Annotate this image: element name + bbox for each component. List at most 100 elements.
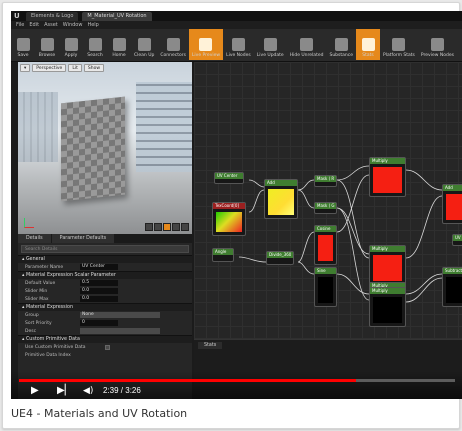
graph-node-add[interactable]: Add	[264, 179, 298, 219]
slider-min-field[interactable]: 0.0	[80, 288, 118, 294]
toolbar-button-label: Live Preview	[191, 53, 221, 58]
toolbar-search-button[interactable]: Search	[83, 29, 107, 60]
progress-bar[interactable]	[19, 379, 455, 382]
sphere-icon[interactable]	[154, 223, 162, 231]
editor-tab-active[interactable]: M_Material_UV Rotation	[82, 11, 152, 21]
teapot-icon[interactable]	[181, 223, 189, 231]
desc-field[interactable]	[80, 328, 160, 334]
graph-node-angle[interactable]: Angle	[212, 248, 234, 262]
play-icon[interactable]: ▶	[31, 385, 39, 397]
preview-mesh-buttons	[144, 223, 189, 231]
toolbar-button-label: Live Update	[256, 53, 284, 58]
preview-plane	[61, 96, 125, 202]
menu-file[interactable]: File	[16, 22, 24, 28]
toolbar-browse-icon	[40, 38, 54, 51]
toolbar-apply-button[interactable]: Apply	[59, 29, 83, 60]
group-label: Group	[25, 312, 39, 318]
axis-gizmo-icon	[24, 218, 34, 228]
material-graph[interactable]: UV Center TexCoord[0] Add Angle Divide_360 Ma…	[194, 62, 462, 339]
perspective-button[interactable]: Perspective	[32, 64, 67, 72]
toolbar-live-preview-button[interactable]: Live Preview	[188, 29, 224, 60]
toolbar-home-button[interactable]: Home	[107, 29, 131, 60]
toolbar-button-label: Hide Unrelated	[289, 53, 324, 58]
graph-node-texcoord-0[interactable]: TexCoord[0]	[212, 202, 246, 236]
toolbar-connectors-button[interactable]: Connectors	[157, 29, 189, 60]
menu-asset[interactable]: Asset	[44, 22, 58, 28]
toolbar-substance-button[interactable]: Substance	[326, 29, 356, 60]
cube-icon[interactable]	[172, 223, 180, 231]
toolbar-stats-button[interactable]: Stats	[356, 29, 380, 60]
parameter-name-field[interactable]: UV Center	[80, 264, 118, 270]
parameter-name-row: Parameter Name UV Center	[18, 263, 192, 271]
toolbar-clean-up-button[interactable]: Clean Up	[131, 29, 157, 60]
graph-node-mask-r[interactable]: Mask ( R )	[314, 175, 337, 187]
tab-details[interactable]: Details	[18, 234, 51, 243]
graph-node-preview	[318, 235, 333, 261]
toolbar-hide-unrelated-button[interactable]: Hide Unrelated	[287, 29, 327, 60]
graph-node-cosine[interactable]: Cosine	[314, 225, 337, 265]
graph-node-multiply[interactable]: Multiply	[369, 287, 406, 327]
use-custom-primitive-row: Use Custom Primitive Data	[18, 343, 192, 351]
graph-node-mask-g[interactable]: Mask ( G )	[314, 202, 337, 214]
toolbar-clean-up-icon	[137, 38, 151, 51]
toolbar-button-label: Browse	[38, 53, 56, 58]
toolbar-platform-stats-button[interactable]: Platform Stats	[380, 29, 418, 60]
graph-node-multiply[interactable]: Multiply	[369, 157, 406, 197]
lit-button[interactable]: Lit	[68, 64, 82, 72]
toolbar-save-button[interactable]: Save	[11, 29, 35, 60]
toolbar-browse-button[interactable]: Browse	[35, 29, 59, 60]
section-material-expression[interactable]: ▴ Material Expression	[18, 303, 192, 311]
toolbar-button-label: Preview Nodes	[420, 53, 454, 58]
menu-help[interactable]: Help	[87, 22, 98, 28]
toolbar-button-label: Live Nodes	[226, 53, 251, 58]
show-button[interactable]: Show	[83, 64, 105, 72]
toolbar-search-icon	[88, 38, 102, 51]
graph-node-title: Mask ( R )	[315, 176, 336, 182]
preview-viewport[interactable]: ▾ Perspective Lit Show	[18, 62, 192, 234]
viewport-menu-button[interactable]: ▾	[20, 64, 31, 72]
section-scalar-parameter[interactable]: ▴ Material Expression Scalar Parameter	[18, 271, 192, 279]
sort-priority-field[interactable]: 0	[80, 320, 118, 326]
editor-tab[interactable]: Elements & Logo	[26, 11, 79, 21]
graph-node-title: Subtract	[443, 268, 462, 274]
time-display: 2:39 / 3:26	[103, 386, 141, 395]
graph-node-preview	[446, 277, 462, 303]
slider-max-row: Slider Max 0.0	[18, 295, 192, 303]
default-value-field[interactable]: 0.5	[80, 280, 118, 286]
graph-node-title: Multiply	[370, 288, 405, 294]
toolbar-button-label: Connectors	[160, 53, 186, 58]
desc-label: Desc	[25, 328, 37, 334]
graph-node-title: UV Center	[215, 173, 243, 179]
toolbar-platform-stats-icon	[392, 38, 406, 51]
graph-node-title: Multiply	[370, 158, 405, 164]
graph-node-sine[interactable]: Sine	[314, 267, 337, 307]
graph-node-uv-center[interactable]: UV Center	[452, 234, 462, 246]
graph-node-multiply[interactable]: Multiply	[369, 245, 406, 285]
menu-window[interactable]: Window	[63, 22, 83, 28]
group-dropdown[interactable]: None	[80, 312, 160, 318]
slider-max-field[interactable]: 0.0	[80, 296, 118, 302]
graph-node-preview	[318, 277, 333, 303]
volume-icon[interactable]: ◀)	[83, 385, 93, 397]
graph-node-divide-360[interactable]: Divide_360	[266, 251, 294, 265]
sort-priority-row: Sort Priority 0	[18, 319, 192, 327]
toolbar-preview-nodes-button[interactable]: Preview Nodes	[418, 29, 457, 60]
next-icon[interactable]: ▶▏	[57, 385, 72, 397]
toolbar-live-update-button[interactable]: Live Update	[254, 29, 287, 60]
graph-node-subtract[interactable]: Subtract	[442, 267, 462, 307]
graph-node-add[interactable]: Add	[442, 184, 462, 224]
video-frame[interactable]: U Elements & Logo M_Material_UV Rotation…	[11, 11, 462, 399]
section-general[interactable]: ▴ General	[18, 255, 192, 263]
cylinder-icon[interactable]	[145, 223, 153, 231]
details-search-input[interactable]: Search Details	[21, 245, 189, 253]
use-custom-primitive-checkbox[interactable]	[105, 344, 110, 350]
toolbar-apply-icon	[64, 38, 78, 51]
section-custom-primitive-data[interactable]: ▴ Custom Primitive Data	[18, 335, 192, 343]
tab-parameter-defaults[interactable]: Parameter Defaults	[51, 234, 115, 243]
toolbar-live-nodes-button[interactable]: Live Nodes	[223, 29, 254, 60]
graph-node-uv-center[interactable]: UV Center	[214, 172, 244, 184]
menu-edit[interactable]: Edit	[29, 22, 39, 28]
tab-stats[interactable]: Stats	[198, 342, 223, 349]
parameter-name-label: Parameter Name	[25, 264, 64, 270]
plane-icon[interactable]	[163, 223, 171, 231]
